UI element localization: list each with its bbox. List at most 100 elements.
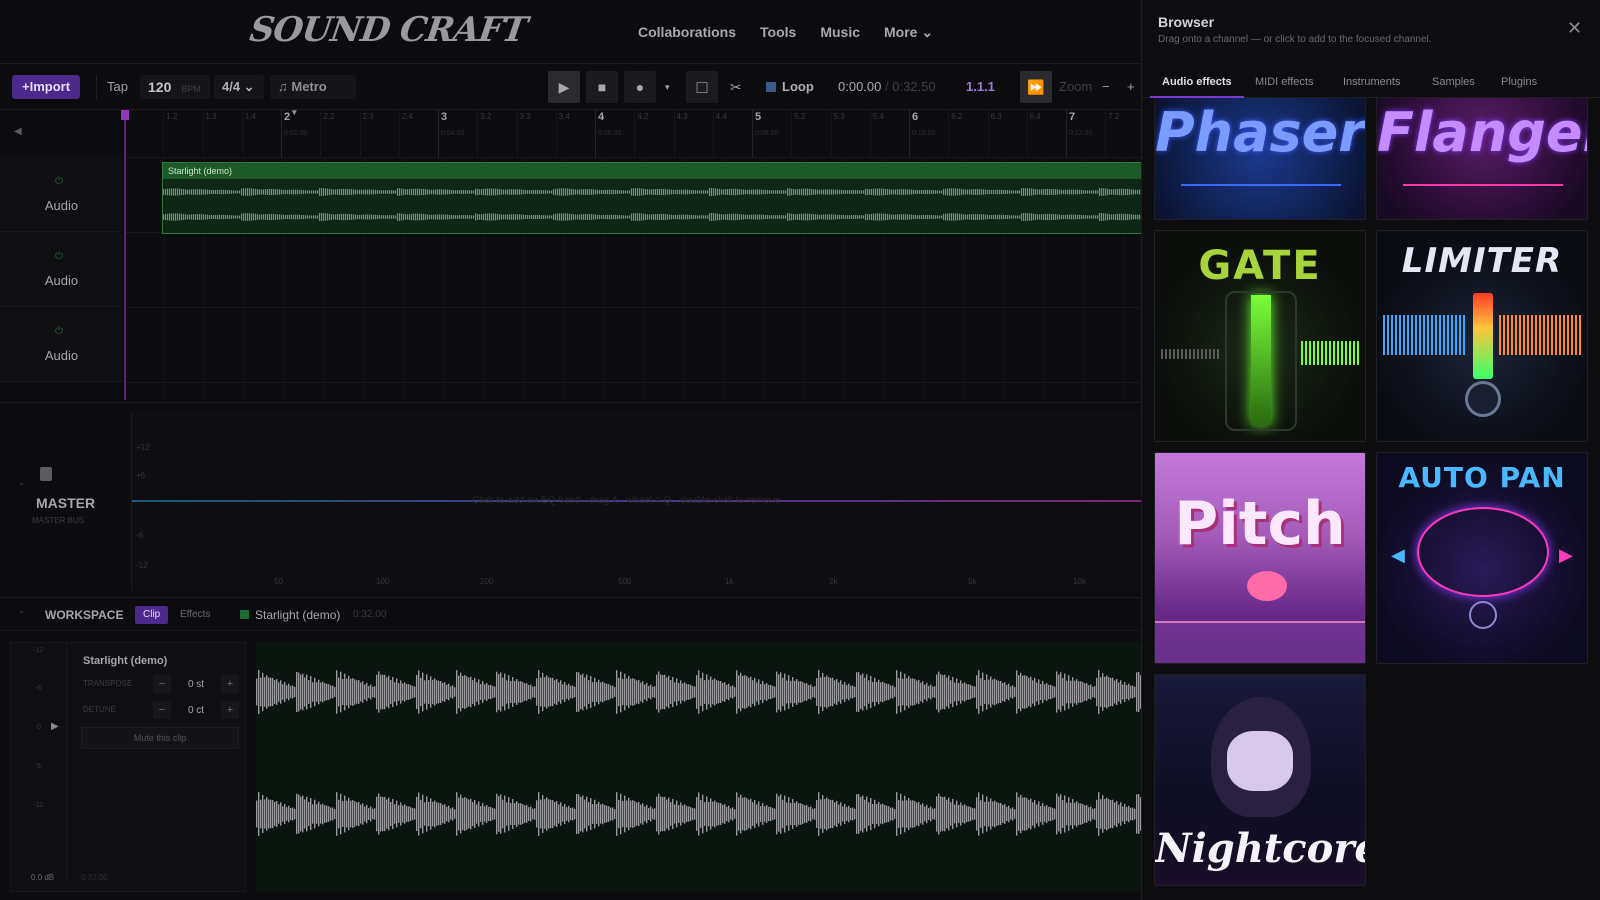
transpose-minus-button[interactable]: − bbox=[153, 675, 171, 693]
mute-clip-button[interactable]: Mute this clip bbox=[81, 727, 239, 749]
waveform-sample bbox=[655, 189, 657, 195]
track-header[interactable]: ⏻ Audio bbox=[0, 308, 123, 382]
nav-more[interactable]: More ⌄ bbox=[884, 24, 933, 41]
record-options-caret[interactable]: ▾ bbox=[665, 75, 670, 99]
effect-card-flanger[interactable]: Flanger bbox=[1376, 98, 1588, 220]
tap-tempo-button[interactable]: Tap bbox=[96, 75, 128, 99]
waveform-sample bbox=[448, 805, 450, 823]
waveform-sample bbox=[1070, 802, 1072, 826]
transpose-plus-button[interactable]: + bbox=[221, 675, 239, 693]
waveform-sample bbox=[183, 189, 185, 195]
waveform-sample bbox=[1068, 675, 1070, 709]
stop-button[interactable]: ■ bbox=[586, 71, 618, 103]
import-button[interactable]: +Import bbox=[12, 75, 81, 99]
playhead[interactable] bbox=[124, 110, 126, 400]
time-readout: 0:00.00 / 0:32.50 bbox=[838, 75, 936, 99]
waveform-sample bbox=[285, 189, 287, 195]
zoom-in-button[interactable]: + bbox=[1127, 75, 1135, 99]
effect-card-pitch[interactable]: Pitch bbox=[1154, 452, 1366, 664]
waveform-sample bbox=[528, 807, 530, 821]
waveform-sample bbox=[656, 796, 658, 832]
time-signature-select[interactable]: 4/4 ⌄ bbox=[214, 75, 264, 99]
loop-region-button[interactable]: □ bbox=[686, 71, 718, 103]
waveform-sample bbox=[489, 213, 491, 221]
waveform-sample bbox=[474, 677, 476, 707]
loop-toggle[interactable]: Loop bbox=[766, 75, 814, 99]
ruler-tick bbox=[1066, 110, 1067, 158]
waveform-sample bbox=[824, 799, 826, 829]
waveform-sample bbox=[320, 804, 322, 824]
waveform-sample bbox=[968, 684, 970, 700]
waveform-sample bbox=[477, 188, 479, 196]
waveform-sample bbox=[952, 676, 954, 708]
scissors-icon[interactable]: ✂ bbox=[730, 75, 742, 99]
waveform-sample bbox=[577, 214, 579, 220]
collapse-master-icon[interactable]: - bbox=[20, 479, 23, 490]
waveform-sample bbox=[408, 684, 410, 700]
gain-readout: 0.0 dB bbox=[31, 873, 55, 882]
effect-card-nightcore[interactable]: Nightcore bbox=[1154, 674, 1366, 886]
detune-value[interactable]: 0 ct bbox=[188, 705, 204, 716]
detune-plus-button[interactable]: + bbox=[221, 701, 239, 719]
nav-collaborations[interactable]: Collaborations bbox=[638, 24, 736, 41]
waveform-sample bbox=[416, 674, 418, 710]
close-icon[interactable]: ✕ bbox=[1567, 18, 1582, 39]
play-button[interactable]: ▶ bbox=[548, 71, 580, 103]
tab-plugins[interactable]: Plugins bbox=[1501, 76, 1537, 88]
waveform-sample bbox=[328, 684, 330, 700]
waveform-sample bbox=[811, 188, 813, 196]
track-header[interactable]: ⏻ Audio bbox=[0, 158, 123, 232]
waveform-sample bbox=[263, 214, 265, 220]
collapse-tracks-icon[interactable]: ◀ bbox=[14, 126, 22, 137]
transpose-value[interactable]: 0 st bbox=[188, 679, 204, 690]
waveform-sample bbox=[867, 189, 869, 195]
detune-minus-button[interactable]: − bbox=[153, 701, 171, 719]
waveform-sample bbox=[842, 684, 844, 700]
tab-midi-effects[interactable]: MIDI effects bbox=[1255, 76, 1313, 88]
metronome-toggle[interactable]: ♫ Metro ▾ bbox=[270, 75, 356, 117]
timeline-ruler[interactable]: 1.2 1.3 1.4 2.2 2.3 2.4 2 0:02.00 3.2 3.3 3.4 3 0:04… bbox=[124, 110, 1141, 158]
nav-music[interactable]: Music bbox=[820, 24, 860, 41]
waveform-sample bbox=[605, 189, 607, 195]
tab-instruments[interactable]: Instruments bbox=[1343, 76, 1400, 88]
collapse-workspace-icon[interactable]: - bbox=[20, 607, 23, 618]
track-power-icon[interactable]: ⏻ bbox=[55, 251, 63, 262]
app-logo[interactable]: SOUND CRAFT bbox=[247, 10, 529, 50]
tab-samples[interactable]: Samples bbox=[1432, 76, 1475, 88]
waveform-sample bbox=[584, 677, 586, 707]
master-eq-graph[interactable]: +12 +6 -6 -12 Click to add an EQ band · … bbox=[131, 413, 1141, 591]
track-power-icon[interactable]: ⏻ bbox=[55, 326, 63, 337]
track-header[interactable]: ⏻ Audio bbox=[0, 233, 123, 307]
effect-card-auto-pan[interactable]: AUTO PAN ◀ ▶ bbox=[1376, 452, 1588, 664]
tab-effects[interactable]: Effects bbox=[172, 606, 218, 624]
waveform-sample bbox=[893, 214, 895, 220]
gain-slider-handle[interactable]: ▶ bbox=[51, 721, 59, 732]
waveform-sample bbox=[677, 214, 679, 220]
tab-clip[interactable]: Clip bbox=[135, 606, 169, 624]
nav-tools[interactable]: Tools bbox=[760, 24, 796, 41]
bpm-field[interactable]: 120 BPM bbox=[140, 75, 210, 99]
tab-audio-effects[interactable]: Audio effects bbox=[1162, 76, 1232, 88]
waveform-sample bbox=[470, 798, 472, 830]
record-button[interactable]: ● bbox=[624, 71, 656, 103]
waveform-sample bbox=[267, 214, 269, 220]
track-power-icon[interactable]: ⏻ bbox=[55, 176, 63, 187]
waveform-sample bbox=[179, 213, 181, 221]
effect-card-gate[interactable]: GATE bbox=[1154, 230, 1366, 442]
waveform-sample bbox=[974, 686, 976, 698]
playhead-handle[interactable] bbox=[121, 110, 129, 120]
zoom-out-button[interactable]: − bbox=[1102, 75, 1110, 99]
waveform-sample bbox=[947, 213, 949, 221]
effect-card-limiter[interactable]: LIMITER bbox=[1376, 230, 1588, 442]
waveform-sample bbox=[576, 794, 578, 834]
audio-clip[interactable]: Starlight (demo) bbox=[162, 162, 1141, 234]
waveform-sample bbox=[721, 214, 723, 220]
effect-card-phaser[interactable]: Phaser bbox=[1154, 98, 1366, 220]
waveform-sample bbox=[412, 808, 414, 820]
waveform-sample bbox=[511, 214, 513, 220]
follow-playhead-button[interactable]: ⏩ bbox=[1020, 71, 1052, 103]
master-fader-icon[interactable] bbox=[40, 467, 52, 481]
waveform-sample bbox=[324, 683, 326, 701]
clip-editor-waveform[interactable] bbox=[256, 642, 1141, 892]
waveform-sample bbox=[540, 799, 542, 829]
